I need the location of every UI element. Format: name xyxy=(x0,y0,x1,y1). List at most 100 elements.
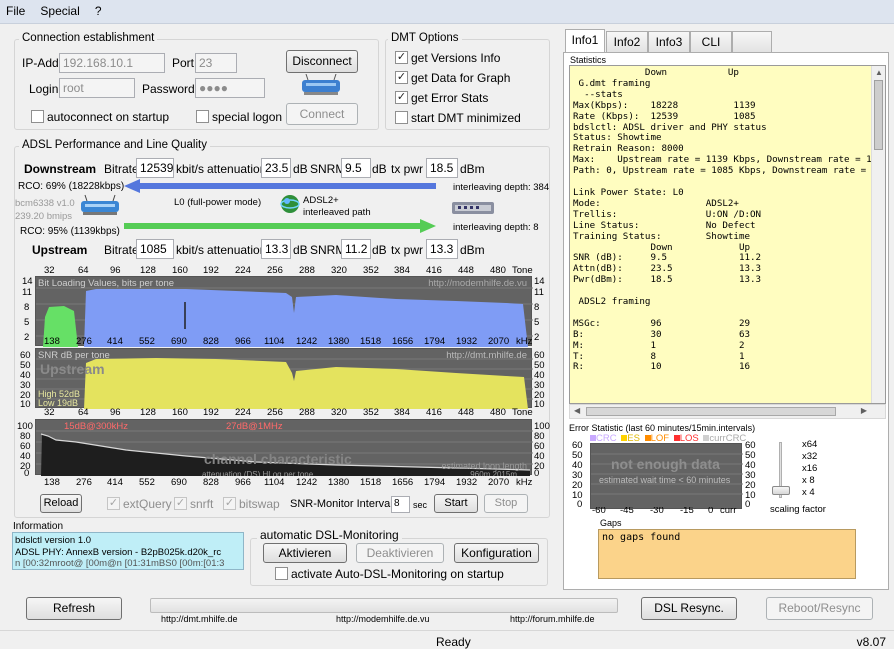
password-label: Password xyxy=(142,82,195,96)
link-forum[interactable]: http://forum.mhilfe.de xyxy=(510,614,595,624)
disconnect-button[interactable]: Disconnect xyxy=(286,50,358,73)
khz-axis-1: 138 276 414 552 690 828 966 1104 1242 13… xyxy=(0,336,560,348)
graph-data-checkbox[interactable]: ✓ xyxy=(395,71,408,84)
error-x-tick: -15 xyxy=(680,507,694,515)
loop-length-values: 960m 2015m xyxy=(470,470,517,476)
down-txpwr-label: tx pwr xyxy=(391,162,424,176)
ip-input[interactable]: 192.168.10.1 xyxy=(59,53,165,73)
stats-hscroll[interactable]: ◀ ▶ xyxy=(569,404,886,419)
line-mode: L0 (full-power mode) xyxy=(174,197,262,208)
tone-tick: 416 xyxy=(426,407,442,418)
special-logon-checkbox[interactable] xyxy=(196,110,209,123)
khz-tick: 828 xyxy=(203,477,219,488)
khz-tick: 138 xyxy=(44,477,60,488)
gaps-box: no gaps found xyxy=(598,529,856,579)
dmt-minimized-checkbox[interactable] xyxy=(395,111,408,124)
ip-label: IP-Add. xyxy=(22,56,63,70)
menu-special[interactable]: Special xyxy=(34,0,85,18)
bit-y-tick: 14 xyxy=(534,276,545,287)
tone-tick: 256 xyxy=(267,265,283,276)
up-atten-label: attenuation xyxy=(207,243,267,257)
link-dmt[interactable]: http://dmt.mhilfe.de xyxy=(161,614,238,624)
menu-help[interactable]: ? xyxy=(89,0,108,18)
channel-attn-label: attenuation (DS) HLog per tone xyxy=(202,470,314,476)
khz-tick: 2070 xyxy=(488,336,510,347)
error-stats-checkbox[interactable]: ✓ xyxy=(395,91,408,104)
up-bitrate-label: Bitrate xyxy=(104,243,139,257)
khz-tick: 1932 xyxy=(456,336,478,347)
start-button[interactable]: Start xyxy=(434,494,478,513)
tone-tick: 256 xyxy=(267,407,283,418)
reboot-resync-button[interactable]: Reboot/Resync xyxy=(766,597,873,620)
progress-bar xyxy=(150,598,618,613)
versions-checkbox[interactable]: ✓ xyxy=(395,51,408,64)
tone-tick: 96 xyxy=(110,407,121,418)
dmt-minimized-label: start DMT minimized xyxy=(411,111,521,125)
snrft-checkbox[interactable]: ✓ xyxy=(174,497,187,510)
login-input[interactable]: root xyxy=(59,78,135,98)
tab-cli[interactable]: CLI xyxy=(690,31,732,52)
khz-tick: 1932 xyxy=(456,477,478,488)
up-txpwr-value: 13.3 xyxy=(426,239,458,259)
up-bitrate-value: 1085 xyxy=(136,239,174,259)
channel-chart: 15dB@300kHz 27dB@1MHz channel characteri… xyxy=(35,419,533,476)
activate-button[interactable]: Aktivieren xyxy=(263,543,347,563)
scale-x32: x32 xyxy=(802,451,818,462)
tone-tick: 384 xyxy=(394,407,410,418)
tab-info3[interactable]: Info3 xyxy=(648,31,690,52)
tone-tick: 64 xyxy=(78,265,89,276)
error-no-data: not enough data xyxy=(611,456,720,472)
tone-tick: 288 xyxy=(299,265,315,276)
slider-thumb[interactable] xyxy=(772,486,790,495)
adsl-title: ADSL Performance and Line Quality xyxy=(19,139,210,151)
bit-loading-url: http://modemhilfe.de.vu xyxy=(428,278,527,289)
legend-lof-box xyxy=(644,435,651,441)
menu-file[interactable]: File xyxy=(0,0,31,18)
tab-info1[interactable]: Info1 xyxy=(565,29,605,53)
port-label: Port xyxy=(172,56,195,70)
password-input[interactable]: ●●●● xyxy=(195,78,265,98)
connect-button[interactable]: Connect xyxy=(286,103,358,125)
tone-tick: 480 xyxy=(490,407,506,418)
tone-tick: 192 xyxy=(203,407,219,418)
configuration-button[interactable]: Konfiguration xyxy=(454,543,539,563)
scroll-right-icon[interactable]: ▶ xyxy=(861,406,867,415)
scroll-h-thumb[interactable] xyxy=(586,407,836,416)
snr-interval-input[interactable]: 8 xyxy=(391,496,410,513)
snr-area xyxy=(84,358,528,409)
tab-info2[interactable]: Info2 xyxy=(606,31,648,52)
scale-x4: x 4 xyxy=(802,487,815,498)
versions-label: get Versions Info xyxy=(411,51,501,65)
snr-url: http://dmt.mhilfe.de xyxy=(446,350,527,361)
error-y-right: 60 50 40 30 20 10 0 xyxy=(745,440,761,510)
extquery-checkbox[interactable]: ✓ xyxy=(107,497,120,510)
scroll-thumb[interactable] xyxy=(874,80,883,150)
stop-button[interactable]: Stop xyxy=(484,494,528,513)
tone-tick: 448 xyxy=(458,407,474,418)
port-input[interactable]: 23 xyxy=(195,53,237,73)
khz-tick: 1380 xyxy=(328,477,350,488)
auto-dsl-title: automatic DSL-Monitoring xyxy=(257,528,402,542)
error-x-tick: -30 xyxy=(650,507,664,515)
khz-tick: 414 xyxy=(107,477,123,488)
scroll-up-icon[interactable]: ▲ xyxy=(875,68,883,77)
auto-dsl-startup-checkbox[interactable] xyxy=(275,567,288,580)
dsl-resync-button[interactable]: DSL Resync. xyxy=(641,597,737,620)
tone-tick: 352 xyxy=(363,407,379,418)
tone-tick: 352 xyxy=(363,265,379,276)
link-modemhilfe[interactable]: http://modemhilfe.de.vu xyxy=(336,614,430,624)
scroll-left-icon[interactable]: ◀ xyxy=(574,406,580,415)
reload-button[interactable]: Reload xyxy=(40,494,82,513)
scaling-slider[interactable] xyxy=(770,440,792,500)
stats-vscroll[interactable]: ▲ xyxy=(871,66,885,403)
deactivate-button[interactable]: Deaktivieren xyxy=(356,543,444,563)
refresh-button[interactable]: Refresh xyxy=(26,597,122,620)
bitswap-checkbox[interactable]: ✓ xyxy=(223,497,236,510)
auto-dsl-startup-label: activate Auto-DSL-Monitoring on startup xyxy=(291,567,504,581)
autoconnect-label: autoconnect on startup xyxy=(47,110,170,124)
tone-tick: 320 xyxy=(331,407,347,418)
autoconnect-checkbox[interactable] xyxy=(31,110,44,123)
down-atten-label: attenuation xyxy=(207,162,267,176)
bit-y-tick: 14 xyxy=(22,276,33,287)
menu-bar: File Special ? xyxy=(0,0,894,24)
